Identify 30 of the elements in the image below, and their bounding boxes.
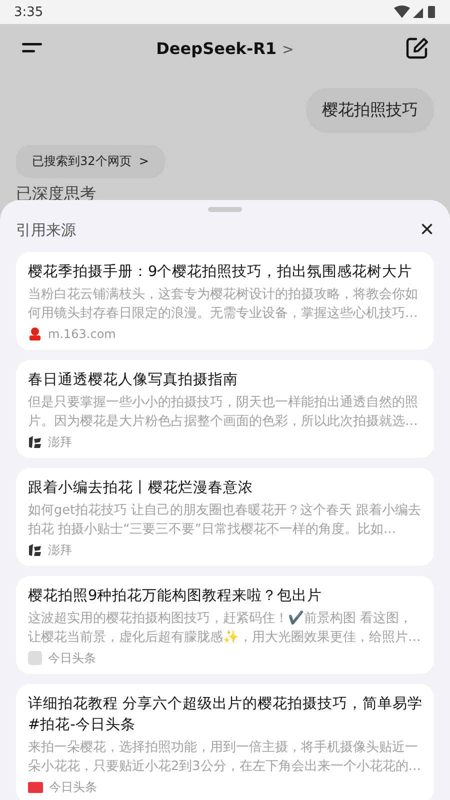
source-snippet: 但是只要掌握一些小小的拍摄技巧，阴天也一样能拍出通透自然的照片。因为樱花是大片粉色占据整个画面的色彩，所以此次拍摄就选… [28,394,419,431]
source-site: 澎拜 [48,434,72,450]
source-title: 樱花季拍摄手册：9个樱花拍照技巧，拍出氛围感花树大片 [28,262,414,282]
source-snippet: 这波超实用的樱花拍摄构图技巧，赶紧码住！✔前景构图 看这图，让樱花当前景，虚化后超有朦胧感✨，用大光圈效果更佳，给照片… [28,610,422,647]
source-title: 春日通透樱花人像写真拍摄指南 [28,371,239,390]
sheet-title: 引用来源 [16,220,76,240]
model-selector[interactable]: DeepSeek-R1 > [156,38,294,58]
source-snippet: 如何get拍花技巧 让自己的朋友圈也春暖花开？这个春天 跟着小编去拍花 拍摄小贴士“三要三不要”日常找樱花不一样的角度。比如… [28,502,422,539]
user-message: 樱花拍照技巧 [306,88,434,133]
close-button[interactable]: × [416,218,438,242]
new-chat-icon[interactable] [406,37,428,59]
source-card[interactable]: 樱花拍照9种拍花万能构图教程来啦？包出片 这波超实用的樱花拍摄构图技巧，赶紧码住！✔前景构图 看这图，让樱花当前景，虚化后超有朦胧感✨，用大光圈效果更佳，给照片… 今日头条 [16,576,434,674]
source-card[interactable]: 详细拍花教程 分享六个超级出片的樱花拍摄技巧，简单易学#拍花-今日头条 来拍一朵樱花，选择拍照功能，用到一倍主摄，将手机摄像头贴近一朵小花花，只要贴近小花2到3公分，在左下角会出来一个小花花的… 今日头条 [16,684,434,800]
source-card[interactable]: 春日通透樱花人像写真拍摄指南 但是只要掌握一些小小的拍摄技巧，阴天也一样能拍出通透自然的照片。因为樱花是大片粉色占据整个画面的色彩，所以此次拍摄就选… 澎拜 [16,360,434,458]
source-site: 澎拜 [48,542,72,558]
source-title: 详细拍花教程 分享六个超级出片的樱花拍摄技巧，简单易学#拍花-今日头条 [28,694,424,735]
source-snippet: 来拍一朵樱花，选择拍照功能，用到一倍主摄，将手机摄像头贴近一朵小花花，只要贴近小花2到3公分，在左下角会出来一个小花花的… [28,739,422,776]
status-icons [394,5,436,19]
status-time: 3:35 [14,4,44,20]
search-results-chip[interactable]: 已搜索到32个网页 > [16,145,165,178]
source-site: 今日头条 [48,650,96,666]
source-site: 今日头条 [49,779,97,795]
source-card[interactable]: 跟着小编去拍花丨樱花烂漫春意浓 如何get拍花技巧 让自己的朋友圈也春暖花开？这个春天 跟着小编去拍花 拍摄小贴士“三要三不要”日常找樱花不一样的角度。比如… 澎拜 [16,468,434,566]
drag-handle[interactable] [208,207,242,212]
source-card[interactable]: 樱花季拍摄手册：9个樱花拍照技巧，拍出氛围感花树大片 当粉白花云铺满枝头，这套专为樱花树设计的拍摄攻略，将教会你如何用镜头封存春日限定的浪漫。无需专业设备，掌握这些心机技巧… m.163.com [16,252,434,350]
source-title: 樱花拍照9种拍花万能构图教程来啦？包出片 [28,587,324,606]
menu-icon[interactable] [22,42,44,54]
source-snippet: 当粉白花云铺满枝头，这套专为樱花树设计的拍摄攻略，将教会你如何用镜头封存春日限定的浪漫。无需专业设备，掌握这些心机技巧… [28,286,419,323]
source-site: m.163.com [48,326,116,342]
source-title: 跟着小编去拍花丨樱花烂漫春意浓 [28,478,254,498]
